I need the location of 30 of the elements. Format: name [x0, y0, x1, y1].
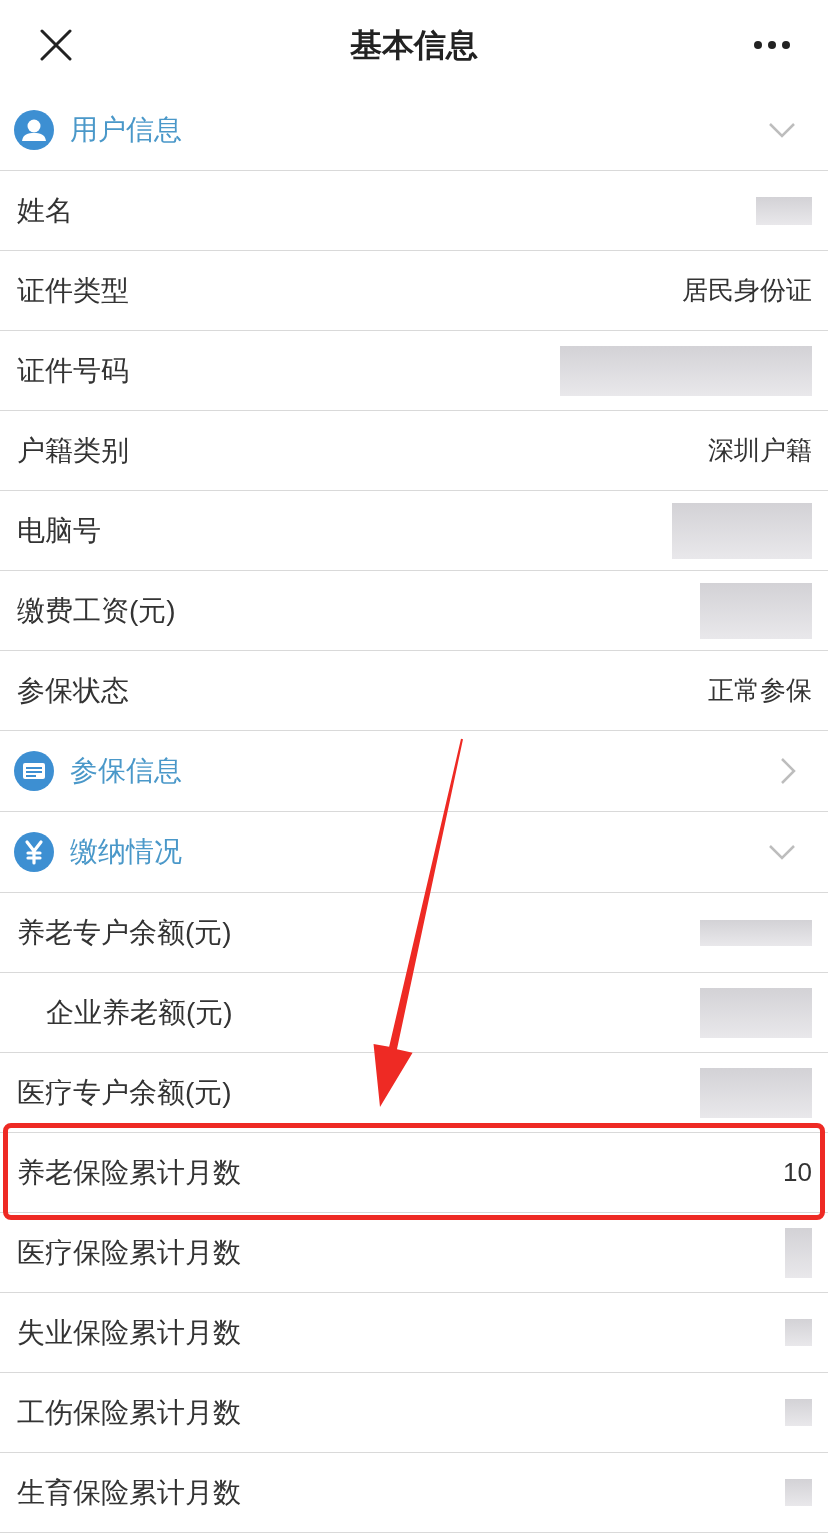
field-label: 姓名 — [17, 193, 73, 228]
blurred-block — [785, 1227, 812, 1278]
field-label: 参保状态 — [17, 673, 129, 708]
field-value: 深圳户籍 — [708, 434, 812, 467]
blurred-block — [785, 1319, 812, 1346]
yen-icon — [14, 832, 54, 872]
field-label: 户籍类别 — [17, 433, 129, 468]
field-label: 失业保险累计月数 — [17, 1315, 241, 1350]
page-title: 基本信息 — [350, 26, 478, 65]
field-label: 证件号码 — [17, 353, 129, 388]
field-label: 工伤保险累计月数 — [17, 1395, 241, 1430]
field-label: 养老保险累计月数 — [17, 1155, 241, 1190]
blurred-block — [785, 1399, 812, 1426]
field-label: 缴费工资(元) — [17, 593, 176, 628]
blurred-block — [785, 1479, 812, 1506]
field-label: 企业养老额(元) — [46, 995, 233, 1030]
field-label: 电脑号 — [17, 513, 101, 548]
field-label: 养老专户余额(元) — [17, 915, 232, 950]
field-label: 证件类型 — [17, 273, 129, 308]
field-value: 10 — [783, 1156, 812, 1189]
blurred-block — [756, 196, 812, 225]
field-value: 正常参保 — [708, 674, 812, 707]
close-icon[interactable] — [40, 29, 72, 61]
field-label: 医疗专户余额(元) — [17, 1075, 232, 1110]
more-icon[interactable] — [754, 41, 790, 49]
field-label: 医疗保险累计月数 — [17, 1235, 241, 1270]
card-icon — [14, 751, 54, 791]
field-label: 生育保险累计月数 — [17, 1475, 241, 1510]
user-icon — [14, 110, 54, 150]
field-value: 居民身份证 — [682, 274, 812, 307]
